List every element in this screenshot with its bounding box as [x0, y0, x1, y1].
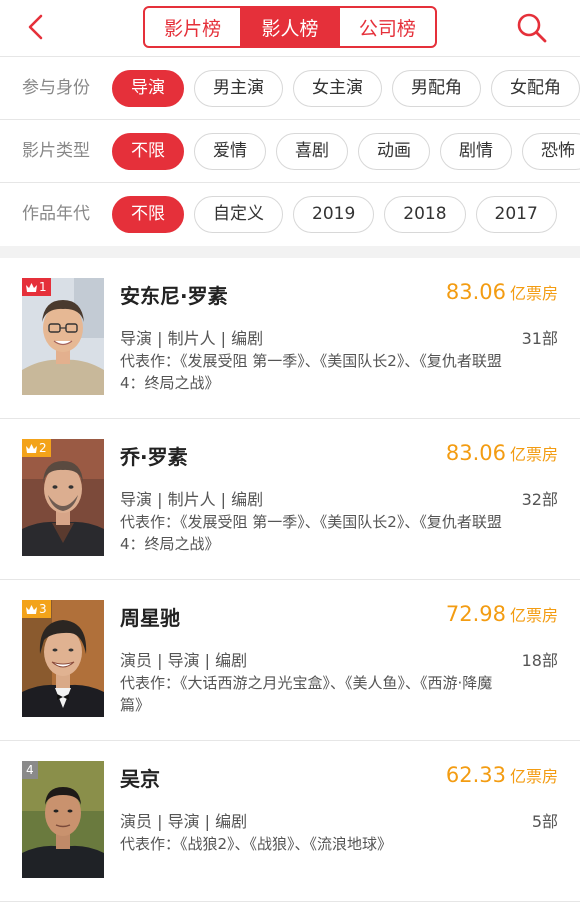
chevron-left-icon[interactable]	[22, 12, 52, 42]
chip-year-2017[interactable]: 2017	[475, 196, 557, 233]
chip-genre-romance[interactable]: 爱情	[194, 133, 266, 170]
rank-number: 1	[39, 280, 47, 294]
ranking-tabs: 影片榜 影人榜 公司榜	[143, 6, 437, 48]
filter-row-role: 参与身份 导演 男主演 女主演 男配角 女配角	[0, 56, 580, 119]
list-item[interactable]: 3 周星驰 72.98 亿票房 演员 | 导演 | 编剧 18部 代表作：《大话西…	[0, 580, 580, 741]
chip-lead-actor[interactable]: 男主演	[194, 70, 283, 107]
person-name: 吴京	[120, 767, 160, 791]
rank-badge: 4	[22, 761, 38, 779]
person-roles: 导演 | 制片人 | 编剧	[120, 490, 264, 509]
rank-number: 3	[39, 602, 47, 616]
chip-year-2019[interactable]: 2019	[293, 196, 375, 233]
works-count: 32部	[521, 490, 558, 509]
box-office: 83.06 亿票房	[446, 280, 558, 304]
box-office: 72.98 亿票房	[446, 602, 558, 626]
works-count: 5部	[531, 812, 558, 831]
tab-film-ranking[interactable]: 影片榜	[145, 8, 240, 46]
filter-label: 作品年代	[22, 204, 90, 224]
person-roles: 演员 | 导演 | 编剧	[120, 812, 248, 831]
avatar: 1	[22, 278, 104, 395]
list-item[interactable]: 4 吴京 62.33 亿票房 演员 | 导演 | 编剧 5部 代表作：《战狼2》、…	[0, 741, 580, 902]
works-count: 18部	[521, 651, 558, 670]
rank-number: 2	[39, 441, 47, 455]
box-office: 62.33 亿票房	[446, 763, 558, 787]
box-office-value: 83.06	[445, 280, 506, 304]
box-office-value: 62.33	[445, 763, 506, 787]
chip-year-custom[interactable]: 自定义	[194, 196, 283, 233]
chip-genre-animation[interactable]: 动画	[358, 133, 430, 170]
person-roles: 导演 | 制片人 | 编剧	[120, 329, 264, 348]
filter-panel: 参与身份 导演 男主演 女主演 男配角 女配角 影片类型 不限 爱情 喜剧 动画…	[0, 56, 580, 246]
tab-people-ranking[interactable]: 影人榜	[240, 8, 338, 46]
crown-icon	[26, 282, 37, 292]
section-divider	[0, 246, 580, 258]
box-office-value: 72.98	[445, 602, 506, 626]
box-office-unit: 亿票房	[509, 284, 558, 303]
avatar: 3	[22, 600, 104, 717]
tab-company-ranking[interactable]: 公司榜	[337, 8, 435, 46]
filter-label: 影片类型	[22, 141, 90, 161]
box-office-value: 83.06	[445, 441, 506, 465]
representative-works: 代表作：《发展受阻 第一季》、《美国队长2》、《复仇者联盟4：终局之战》	[120, 352, 502, 392]
chip-genre-comedy[interactable]: 喜剧	[276, 133, 348, 170]
chip-genre-drama[interactable]: 剧情	[440, 133, 512, 170]
avatar: 4	[22, 761, 104, 878]
rank-badge: 1	[22, 278, 51, 296]
box-office-unit: 亿票房	[509, 767, 558, 786]
representative-works: 代表作：《战狼2》、《战狼》、《流浪地球》	[120, 835, 393, 853]
box-office-unit: 亿票房	[509, 606, 558, 625]
person-roles: 演员 | 导演 | 编剧	[120, 651, 248, 670]
filter-row-genre: 影片类型 不限 爱情 喜剧 动画 剧情 恐怖	[0, 119, 580, 182]
chip-year-2018[interactable]: 2018	[384, 196, 466, 233]
person-name: 安东尼·罗素	[120, 284, 228, 308]
rank-badge: 2	[22, 439, 51, 457]
box-office: 83.06 亿票房	[446, 441, 558, 465]
filter-chips: 不限 自定义 2019 2018 2017	[112, 196, 557, 233]
chip-genre-any[interactable]: 不限	[112, 133, 184, 170]
chip-year-any[interactable]: 不限	[112, 196, 184, 233]
search-icon[interactable]	[514, 10, 550, 46]
top-bar: 影片榜 影人榜 公司榜	[0, 0, 580, 56]
filter-label: 参与身份	[22, 78, 90, 98]
filter-chips: 不限 爱情 喜剧 动画 剧情 恐怖	[112, 133, 580, 170]
chip-supporting-actor[interactable]: 男配角	[392, 70, 481, 107]
representative-works: 代表作：《大话西游之月光宝盒》、《美人鱼》、《西游·降魔篇》	[120, 674, 493, 714]
chip-lead-actress[interactable]: 女主演	[293, 70, 382, 107]
crown-icon	[26, 604, 37, 614]
chip-director[interactable]: 导演	[112, 70, 184, 107]
avatar: 2	[22, 439, 104, 556]
people-ranking-list: 1 安东尼·罗素 83.06 亿票房 导演 | 制片人 | 编剧 31部 代表作：…	[0, 258, 580, 902]
rank-badge: 3	[22, 600, 51, 618]
list-item[interactable]: 1 安东尼·罗素 83.06 亿票房 导演 | 制片人 | 编剧 31部 代表作：…	[0, 258, 580, 419]
person-name: 乔·罗素	[120, 445, 188, 469]
works-count: 31部	[521, 329, 558, 348]
representative-works: 代表作：《发展受阻 第一季》、《美国队长2》、《复仇者联盟4：终局之战》	[120, 513, 502, 553]
filter-chips: 导演 男主演 女主演 男配角 女配角	[112, 70, 580, 107]
list-item[interactable]: 2 乔·罗素 83.06 亿票房 导演 | 制片人 | 编剧 32部 代表作：《发…	[0, 419, 580, 580]
chip-supporting-actress[interactable]: 女配角	[491, 70, 580, 107]
filter-row-year: 作品年代 不限 自定义 2019 2018 2017	[0, 182, 580, 245]
box-office-unit: 亿票房	[509, 445, 558, 464]
person-name: 周星驰	[120, 606, 180, 630]
chip-genre-horror[interactable]: 恐怖	[522, 133, 580, 170]
rank-number: 4	[26, 763, 34, 777]
crown-icon	[26, 443, 37, 453]
